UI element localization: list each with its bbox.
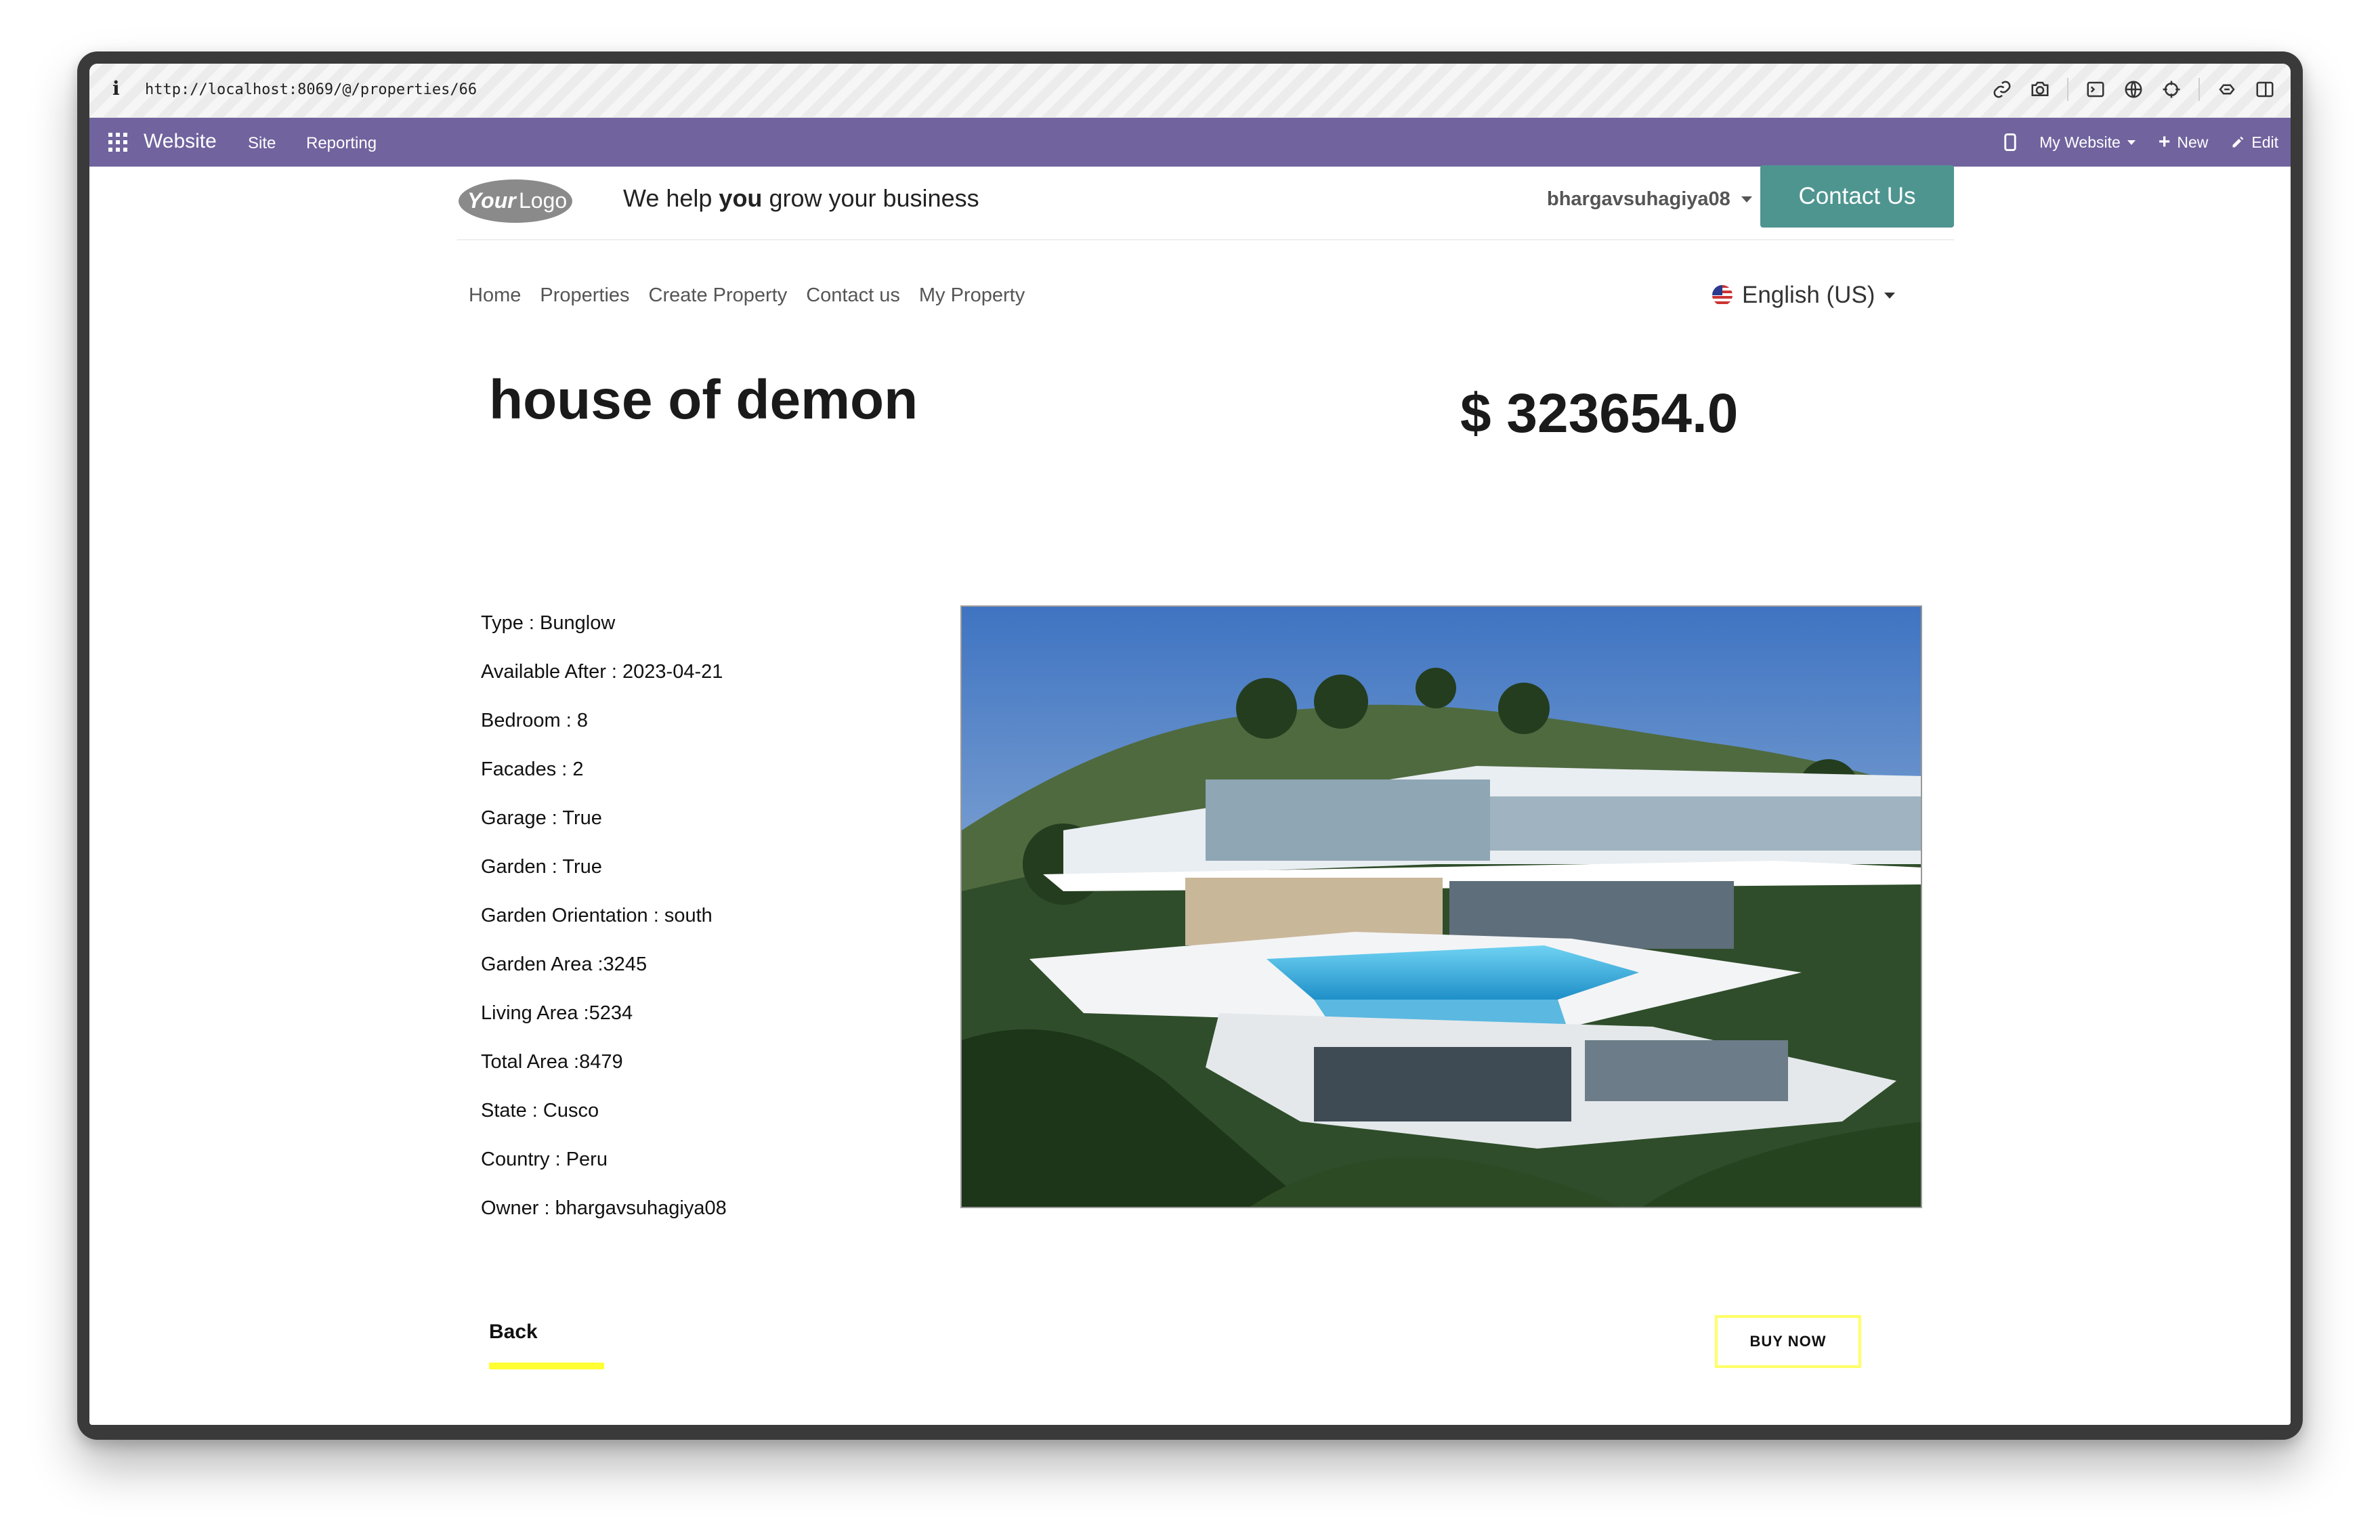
nav-properties[interactable]: Properties xyxy=(540,284,629,307)
svg-text:Your: Your xyxy=(467,188,517,213)
us-flag-icon xyxy=(1712,285,1733,305)
property-image xyxy=(960,605,1922,1208)
detail-total-area: Total Area :8479 xyxy=(481,1051,623,1073)
terminal-icon[interactable] xyxy=(2085,76,2106,103)
detail-available-after: Available After : 2023-04-21 xyxy=(481,661,723,683)
contact-us-button[interactable]: Contact Us xyxy=(1760,165,1954,228)
property-title: house of demon xyxy=(489,369,918,431)
plus-icon: + xyxy=(2158,131,2171,153)
globe-icon[interactable] xyxy=(2123,76,2144,103)
detail-country: Country : Peru xyxy=(481,1149,608,1170)
nav-create-property[interactable]: Create Property xyxy=(649,284,788,307)
nav-home[interactable]: Home xyxy=(469,284,521,307)
pencil-icon xyxy=(2232,136,2244,148)
app-name[interactable]: Website xyxy=(144,130,217,153)
new-button[interactable]: + New xyxy=(2159,131,2209,154)
user-name: bhargavsuhagiya08 xyxy=(1547,188,1730,210)
sidebar-icon[interactable] xyxy=(2254,76,2276,103)
detail-owner: Owner : bhargavsuhagiya08 xyxy=(481,1197,727,1219)
detail-garage: Garage : True xyxy=(481,807,602,829)
detail-garden-area: Garden Area :3245 xyxy=(481,954,647,975)
menu-reporting[interactable]: Reporting xyxy=(306,134,377,153)
property-details: Type : Bunglow Available After : 2023-04… xyxy=(481,611,727,1245)
tagline-pre: We help xyxy=(623,184,719,212)
site-logo[interactable]: Your Logo xyxy=(458,177,573,225)
browser-toolbar xyxy=(1991,76,2276,103)
detail-garden-orientation: Garden Orientation : south xyxy=(481,905,713,926)
edit-label: Edit xyxy=(2251,133,2278,151)
crosshair-icon[interactable] xyxy=(2161,76,2182,103)
detail-garden: Garden : True xyxy=(481,856,602,878)
site-tagline: We help you grow your business xyxy=(623,184,979,213)
detail-state: State : Cusco xyxy=(481,1100,599,1121)
language-selector[interactable]: English (US) xyxy=(1712,282,1896,309)
link-icon[interactable] xyxy=(1991,76,2013,103)
edit-button[interactable]: Edit xyxy=(2231,133,2278,152)
detail-bedroom: Bedroom : 8 xyxy=(481,710,588,731)
mobile-preview-icon[interactable] xyxy=(2004,133,2016,151)
tagline-bold: you xyxy=(719,184,763,212)
svg-text:Logo: Logo xyxy=(519,188,567,213)
chevron-down-icon xyxy=(2127,140,2135,145)
apps-grid-icon[interactable] xyxy=(108,133,127,152)
website-switcher[interactable]: My Website xyxy=(2039,133,2135,152)
buy-now-button[interactable]: BUY NOW xyxy=(1715,1315,1861,1368)
user-menu[interactable]: bhargavsuhagiya08 xyxy=(1547,188,1752,211)
chevron-down-icon xyxy=(1741,196,1752,202)
back-link[interactable]: Back xyxy=(489,1321,538,1344)
main-nav: Home Properties Create Property Contact … xyxy=(469,284,1025,307)
url-text[interactable]: http://localhost:8069/@/properties/66 xyxy=(145,81,477,98)
info-icon[interactable]: i xyxy=(112,77,120,100)
address-bar: i http://localhost:8069/@/properties/66 xyxy=(89,64,2291,118)
detail-living-area: Living Area :5234 xyxy=(481,1002,633,1024)
browser-screen: i http://localhost:8069/@/properties/66 xyxy=(89,64,2291,1425)
nav-contact-us[interactable]: Contact us xyxy=(806,284,900,307)
nav-my-property[interactable]: My Property xyxy=(919,284,1025,307)
odoo-navbar: Website Site Reporting My Website + New … xyxy=(89,118,2291,167)
language-label: English (US) xyxy=(1742,282,1875,308)
detail-facades: Facades : 2 xyxy=(481,758,584,780)
property-price: $ 323654.0 xyxy=(1460,383,1739,444)
menu-site[interactable]: Site xyxy=(248,134,276,153)
toolbar-separator xyxy=(2067,78,2068,101)
browser-window: i http://localhost:8069/@/properties/66 xyxy=(77,51,2303,1440)
toolbar-separator xyxy=(2198,78,2200,101)
navbar-right: My Website + New Edit xyxy=(2004,118,2278,167)
header-divider xyxy=(457,239,1954,240)
chevron-down-icon xyxy=(1884,292,1896,299)
extension-icon[interactable] xyxy=(2216,76,2238,103)
detail-type: Type : Bunglow xyxy=(481,612,616,634)
camera-icon[interactable] xyxy=(2029,76,2051,103)
new-label: New xyxy=(2177,133,2209,151)
website-switcher-label: My Website xyxy=(2039,133,2121,151)
tagline-post: grow your business xyxy=(762,184,979,212)
back-underline xyxy=(489,1363,604,1369)
